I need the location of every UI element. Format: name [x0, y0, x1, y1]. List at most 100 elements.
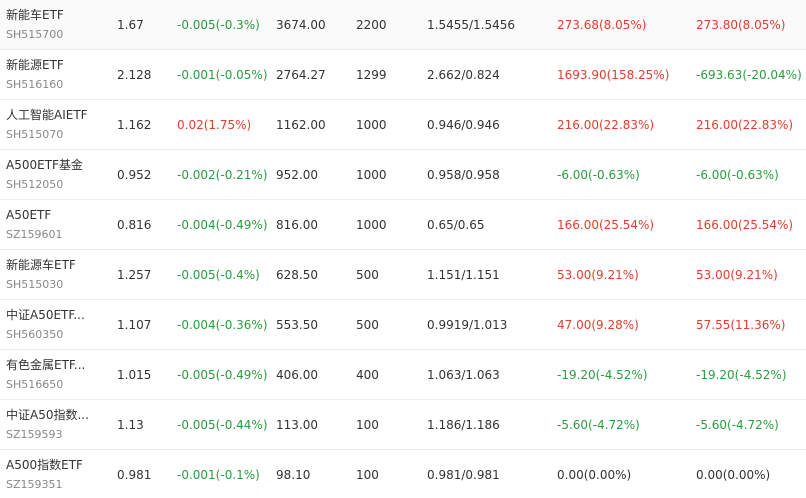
- table-row[interactable]: A500指数ETF SZ159351 0.981 -0.001(-0.1%) 9…: [0, 450, 806, 498]
- holding-pnl: -6.00(-0.63%): [557, 168, 640, 182]
- current-price: 2.128: [117, 68, 152, 82]
- cost-price: 2.662/0.824: [427, 68, 500, 82]
- holding-quantity: 1000: [356, 168, 387, 182]
- holding-pnl: 0.00(0.00%): [557, 468, 632, 482]
- cost-price: 1.186/1.186: [427, 418, 500, 432]
- fund-name[interactable]: 中证A50指数...: [6, 407, 89, 423]
- cost-price: 0.946/0.946: [427, 118, 500, 132]
- total-pnl: 0.00(0.00%): [696, 468, 771, 482]
- table-row[interactable]: A500ETF基金 SH512050 0.952 -0.002(-0.21%) …: [0, 150, 806, 200]
- fund-code: SH515070: [6, 128, 64, 141]
- holding-pnl: 273.68(8.05%): [557, 18, 647, 32]
- table-row[interactable]: 人工智能AIETF SH515070 1.162 0.02(1.75%) 116…: [0, 100, 806, 150]
- price-change: -0.005(-0.44%): [177, 418, 268, 432]
- fund-code: SH515700: [6, 28, 64, 41]
- fund-code: SZ159351: [6, 478, 63, 491]
- fund-name[interactable]: 有色金属ETF...: [6, 357, 85, 373]
- total-pnl: -6.00(-0.63%): [696, 168, 779, 182]
- holding-pnl: 47.00(9.28%): [557, 318, 639, 332]
- table-row[interactable]: 有色金属ETF... SH516650 1.015 -0.005(-0.49%)…: [0, 350, 806, 400]
- total-pnl: -5.60(-4.72%): [696, 418, 779, 432]
- total-pnl: 166.00(25.54%): [696, 218, 794, 232]
- price-change: -0.005(-0.49%): [177, 368, 268, 382]
- holding-pnl: 216.00(22.83%): [557, 118, 655, 132]
- total-pnl: 57.55(11.36%): [696, 318, 786, 332]
- market-value: 628.50: [276, 268, 318, 282]
- market-value: 816.00: [276, 218, 318, 232]
- table-row[interactable]: 新能源ETF SH516160 2.128 -0.001(-0.05%) 276…: [0, 50, 806, 100]
- table-row[interactable]: 新能源车ETF SH515030 1.257 -0.005(-0.4%) 628…: [0, 250, 806, 300]
- current-price: 0.981: [117, 468, 152, 482]
- table-row[interactable]: 中证A50指数... SZ159593 1.13 -0.005(-0.44%) …: [0, 400, 806, 450]
- price-change: -0.002(-0.21%): [177, 168, 268, 182]
- market-value: 406.00: [276, 368, 318, 382]
- total-pnl: 53.00(9.21%): [696, 268, 778, 282]
- market-value: 952.00: [276, 168, 318, 182]
- price-change: -0.001(-0.05%): [177, 68, 268, 82]
- fund-name[interactable]: 新能源ETF: [6, 57, 64, 73]
- fund-name[interactable]: 新能源车ETF: [6, 257, 76, 273]
- price-change: -0.005(-0.4%): [177, 268, 260, 282]
- fund-code: SH515030: [6, 278, 64, 291]
- current-price: 1.162: [117, 118, 152, 132]
- cost-price: 0.9919/1.013: [427, 318, 508, 332]
- table-row[interactable]: 中证A50ETF... SH560350 1.107 -0.004(-0.36%…: [0, 300, 806, 350]
- holding-quantity: 100: [356, 418, 379, 432]
- price-change: -0.005(-0.3%): [177, 18, 260, 32]
- holding-quantity: 500: [356, 318, 379, 332]
- holding-pnl: 53.00(9.21%): [557, 268, 639, 282]
- holding-quantity: 1299: [356, 68, 387, 82]
- cost-price: 0.958/0.958: [427, 168, 500, 182]
- fund-code: SH512050: [6, 178, 64, 191]
- holding-quantity: 2200: [356, 18, 387, 32]
- current-price: 1.13: [117, 418, 144, 432]
- price-change: -0.004(-0.49%): [177, 218, 268, 232]
- price-change: -0.001(-0.1%): [177, 468, 260, 482]
- fund-name[interactable]: A500指数ETF: [6, 457, 83, 473]
- fund-name[interactable]: 人工智能AIETF: [6, 107, 88, 123]
- market-value: 2764.27: [276, 68, 326, 82]
- cost-price: 0.65/0.65: [427, 218, 485, 232]
- holding-pnl: 166.00(25.54%): [557, 218, 655, 232]
- current-price: 1.107: [117, 318, 152, 332]
- fund-name[interactable]: A50ETF: [6, 207, 51, 223]
- total-pnl: -19.20(-4.52%): [696, 368, 787, 382]
- holding-quantity: 400: [356, 368, 379, 382]
- holding-quantity: 500: [356, 268, 379, 282]
- cost-price: 1.151/1.151: [427, 268, 500, 282]
- market-value: 98.10: [276, 468, 311, 482]
- holding-pnl: -5.60(-4.72%): [557, 418, 640, 432]
- fund-code: SH516650: [6, 378, 64, 391]
- total-pnl: 216.00(22.83%): [696, 118, 794, 132]
- fund-code: SH516160: [6, 78, 64, 91]
- fund-code: SZ159601: [6, 228, 63, 241]
- market-value: 553.50: [276, 318, 318, 332]
- holding-quantity: 1000: [356, 118, 387, 132]
- fund-code: SZ159593: [6, 428, 63, 441]
- total-pnl: 273.80(8.05%): [696, 18, 786, 32]
- fund-name[interactable]: 中证A50ETF...: [6, 307, 85, 323]
- table-row[interactable]: 新能车ETF SH515700 1.67 -0.005(-0.3%) 3674.…: [0, 0, 806, 50]
- market-value: 3674.00: [276, 18, 326, 32]
- cost-price: 1.063/1.063: [427, 368, 500, 382]
- holding-pnl: -19.20(-4.52%): [557, 368, 648, 382]
- fund-code: SH560350: [6, 328, 64, 341]
- fund-name[interactable]: 新能车ETF: [6, 7, 64, 23]
- current-price: 0.816: [117, 218, 152, 232]
- cost-price: 1.5455/1.5456: [427, 18, 516, 32]
- current-price: 1.67: [117, 18, 144, 32]
- holding-pnl: 1693.90(158.25%): [557, 68, 670, 82]
- table-row[interactable]: A50ETF SZ159601 0.816 -0.004(-0.49%) 816…: [0, 200, 806, 250]
- holding-quantity: 1000: [356, 218, 387, 232]
- price-change: 0.02(1.75%): [177, 118, 252, 132]
- holdings-table: 新能车ETF SH515700 1.67 -0.005(-0.3%) 3674.…: [0, 0, 806, 498]
- holding-quantity: 100: [356, 468, 379, 482]
- current-price: 1.015: [117, 368, 152, 382]
- cost-price: 0.981/0.981: [427, 468, 500, 482]
- market-value: 1162.00: [276, 118, 326, 132]
- total-pnl: -693.63(-20.04%): [696, 68, 802, 82]
- price-change: -0.004(-0.36%): [177, 318, 268, 332]
- market-value: 113.00: [276, 418, 318, 432]
- fund-name[interactable]: A500ETF基金: [6, 157, 83, 173]
- current-price: 1.257: [117, 268, 152, 282]
